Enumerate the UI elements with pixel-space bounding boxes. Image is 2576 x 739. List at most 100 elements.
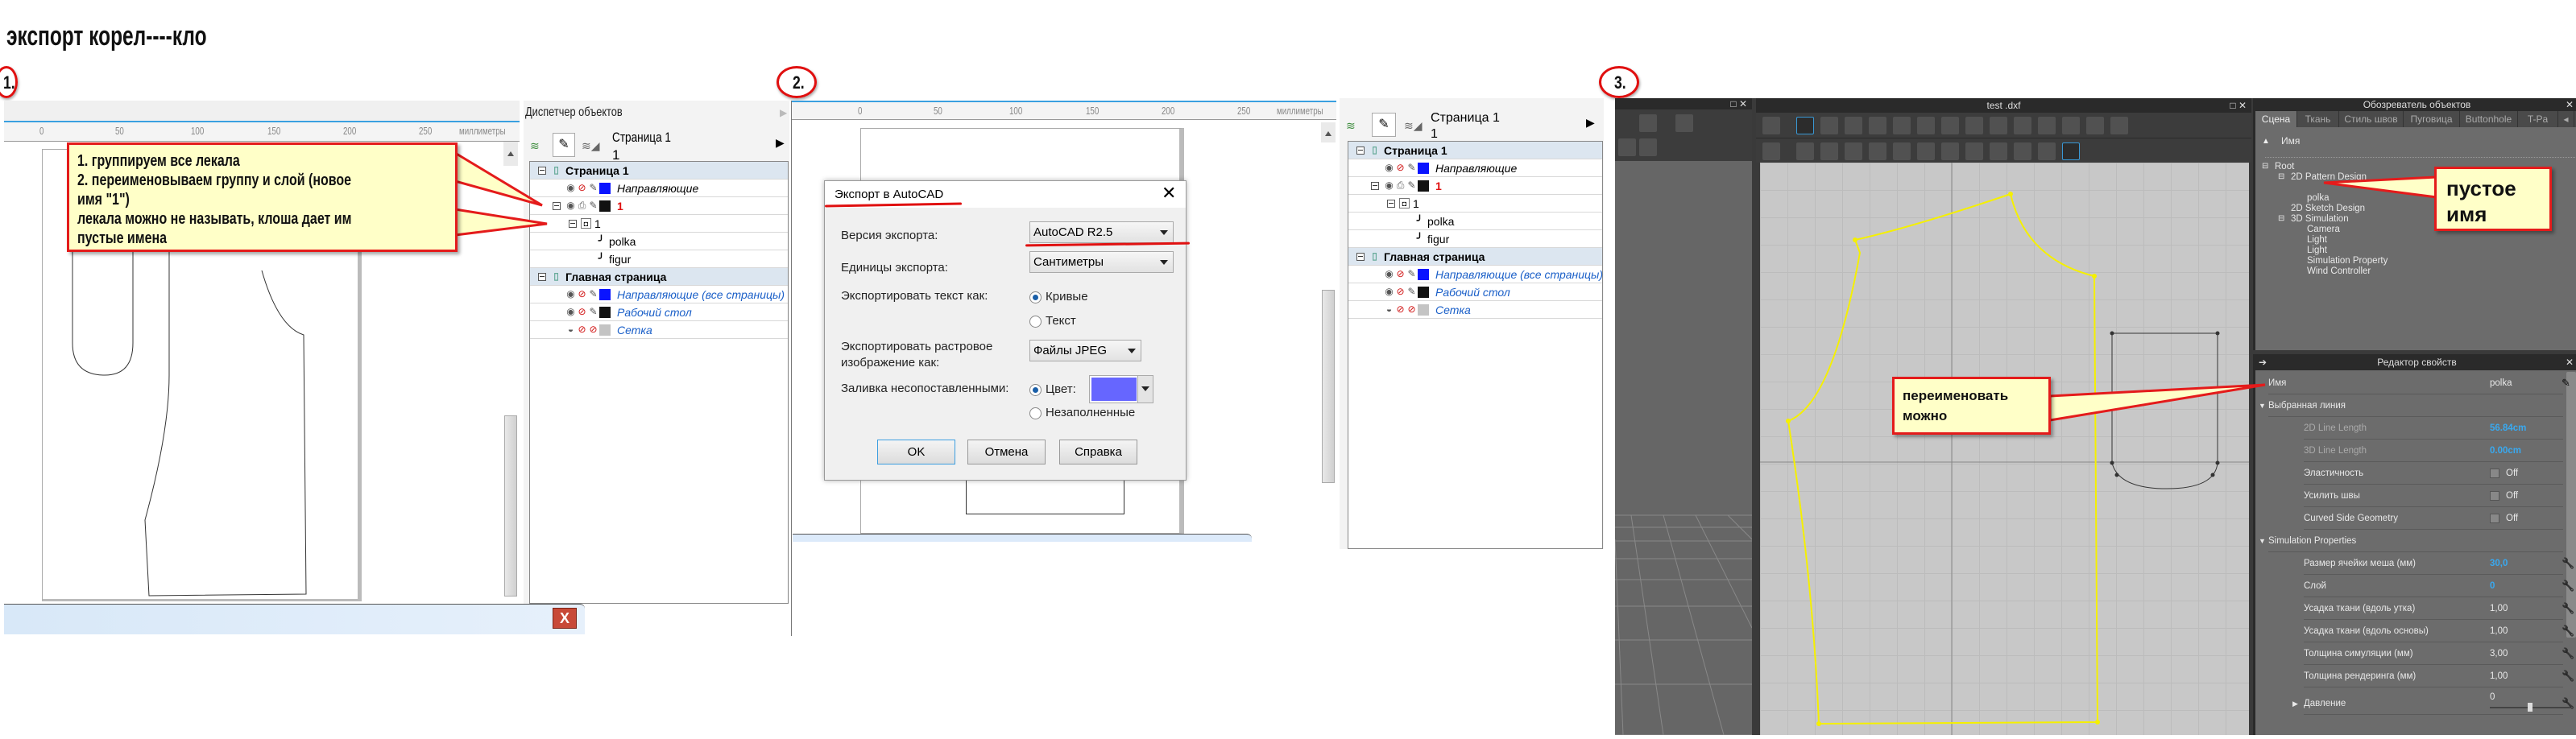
layer-color-swatch[interactable] [599, 183, 611, 194]
print-disabled-icon[interactable]: ⊘ [577, 289, 587, 299]
tree-row[interactable]: ╯ polka [530, 233, 788, 250]
pencil-icon[interactable]: ✎ [588, 183, 598, 193]
2d-pattern-viewport[interactable] [1760, 163, 2249, 735]
slider-thumb[interactable] [2528, 703, 2533, 712]
property-value[interactable]: 0 [2490, 686, 2495, 708]
tree-row[interactable]: ◘ 1 [1348, 195, 1602, 213]
tree-row[interactable]: ◒ ⊘ ⊘ Сетка [530, 321, 788, 339]
name-column-header[interactable]: Имя [2281, 135, 2300, 147]
free-sewing-icon[interactable] [1917, 142, 1935, 160]
texture-view-icon[interactable] [2062, 142, 2080, 160]
curves-radio[interactable] [1029, 291, 1042, 303]
3d-viewport[interactable] [1614, 161, 1753, 736]
collapse-icon[interactable] [538, 273, 546, 281]
layer-color-swatch[interactable] [599, 200, 611, 212]
pattern-add-icon[interactable] [2110, 117, 2128, 134]
scroll-up-button[interactable] [1321, 122, 1336, 142]
fold-curve-icon[interactable] [1820, 142, 1838, 160]
printer-icon[interactable]: ⎙ [1395, 180, 1406, 191]
texture-icon[interactable] [2014, 142, 2031, 160]
checkbox[interactable] [2490, 469, 2499, 478]
internal-rectangle-icon[interactable] [2014, 117, 2031, 134]
vertical-scrollbar[interactable] [1322, 290, 1335, 483]
eye-icon[interactable]: ◉ [1384, 163, 1394, 173]
walk-icon[interactable] [1639, 114, 1657, 132]
tree-row[interactable]: ◉ ⎙ ✎ 1 [530, 197, 788, 215]
print-disabled-icon[interactable]: ⊘ [1395, 269, 1406, 279]
tab-scroll-left-icon[interactable]: ◂ [2558, 111, 2574, 127]
wrench-icon[interactable]: 🔧 [2562, 620, 2574, 642]
layer-color-swatch[interactable] [599, 307, 611, 318]
internal-polygon-icon[interactable] [1990, 117, 2007, 134]
page-row[interactable]: ▯ Главная страница [1348, 248, 1602, 266]
edit-disabled-icon[interactable]: ⊘ [1406, 304, 1417, 315]
page-row[interactable]: ▯ Главная страница [530, 268, 788, 286]
expand-icon[interactable]: ⊟ [2262, 162, 2268, 171]
text-radio-label[interactable]: Текст [1046, 314, 1076, 328]
layer-color-swatch[interactable] [1418, 287, 1429, 298]
bitmap-format-dropdown[interactable]: Файлы JPEG [1029, 340, 1141, 361]
curves-radio-label[interactable]: Кривые [1046, 290, 1088, 303]
trace-icon[interactable] [2086, 117, 2104, 134]
layer-color-swatch[interactable] [1418, 269, 1429, 280]
expand-icon[interactable]: ⊟ [2278, 214, 2284, 223]
docker-menu-arrow-icon[interactable]: ▶ [1586, 116, 1595, 130]
fold-line-icon[interactable] [1796, 142, 1814, 160]
print-disabled-icon[interactable]: ⊘ [577, 307, 587, 317]
close-icon[interactable]: □ ✕ [1730, 98, 1747, 109]
checkbox[interactable] [2490, 514, 2499, 523]
eye-icon[interactable]: ◉ [565, 200, 576, 211]
scene-node[interactable]: Light [2307, 246, 2327, 255]
print-disabled-icon[interactable]: ⊘ [577, 183, 587, 193]
layer-manager-view-icon[interactable]: ≋◢ [582, 139, 600, 153]
layer-color-swatch[interactable] [1418, 163, 1429, 174]
horizontal-ruler[interactable]: 0 50 100 150 200 250 миллиметры [792, 101, 1336, 120]
color-radio[interactable] [1029, 384, 1042, 396]
property-value[interactable]: 1,00 [2490, 665, 2508, 687]
color-picker[interactable] [1089, 375, 1153, 403]
edit-across-layers-icon[interactable]: ✎ [1372, 113, 1396, 137]
tree-row[interactable]: ◉ ⎙ ✎ 1 [1348, 177, 1602, 195]
wrench-icon[interactable]: 🔧 [2562, 575, 2574, 597]
pressure-slider[interactable] [2490, 703, 2570, 712]
rectangle-pattern-icon[interactable] [1917, 117, 1935, 134]
wrench-icon[interactable]: 🔧 [2562, 665, 2574, 687]
close-icon[interactable]: □ ✕ [2230, 98, 2247, 113]
scene-node[interactable]: Camera [2307, 225, 2340, 234]
print-disabled-icon[interactable]: ⊘ [1395, 304, 1406, 315]
property-value[interactable]: 1,00 [2490, 620, 2508, 642]
property-section[interactable]: ▼ Simulation Properties [2259, 530, 2563, 552]
fold-garment-icon[interactable] [1618, 138, 1636, 156]
pencil-icon[interactable]: ✎ [588, 200, 598, 211]
tab-0[interactable]: Сцена [2255, 111, 2297, 127]
internal-circle-icon[interactable] [2038, 117, 2056, 134]
eye-icon[interactable]: ◉ [1384, 269, 1394, 279]
property-value[interactable]: Off [2506, 462, 2518, 485]
eye-icon[interactable]: ◉ [1384, 287, 1394, 297]
tree-row[interactable]: ◘ 1 [530, 215, 788, 233]
tree-row[interactable]: ◉ ⊘ ✎ Направляющие (все страницы) [1348, 266, 1603, 283]
scene-node[interactable]: Root [2275, 162, 2294, 171]
eye-icon[interactable]: ◉ [565, 183, 576, 193]
property-value[interactable]: 30,0 [2490, 552, 2508, 575]
help-button[interactable]: Справка [1059, 440, 1137, 464]
tab-1[interactable]: Ткань [2297, 111, 2339, 127]
docker-collapse-icon[interactable]: ▶ [780, 107, 787, 118]
pencil-icon[interactable]: ✎ [1406, 163, 1417, 173]
pencil-icon[interactable]: ✎ [2562, 372, 2570, 394]
pencil-icon[interactable]: ✎ [588, 289, 598, 299]
property-value[interactable]: Off [2506, 485, 2518, 507]
print-disabled-icon[interactable]: ⊘ [577, 324, 587, 335]
dart-icon[interactable] [2062, 117, 2080, 134]
collapse-icon[interactable] [1356, 147, 1365, 155]
close-icon[interactable]: ✕ [1162, 183, 1176, 204]
property-value[interactable]: Off [2506, 507, 2518, 530]
layer-color-swatch[interactable] [599, 324, 611, 336]
property-value[interactable]: 1,00 [2490, 597, 2508, 620]
pencil-icon[interactable]: ✎ [1406, 180, 1417, 191]
units-dropdown[interactable]: Сантиметры [1029, 251, 1174, 273]
tree-row[interactable]: ◉ ⊘ ✎ Рабочий стол [530, 303, 788, 321]
tab-2[interactable]: Стиль швов [2339, 111, 2404, 127]
scene-node[interactable]: 3D Simulation [2291, 214, 2349, 224]
page-row[interactable]: ▯ Страница 1 [1348, 142, 1602, 159]
